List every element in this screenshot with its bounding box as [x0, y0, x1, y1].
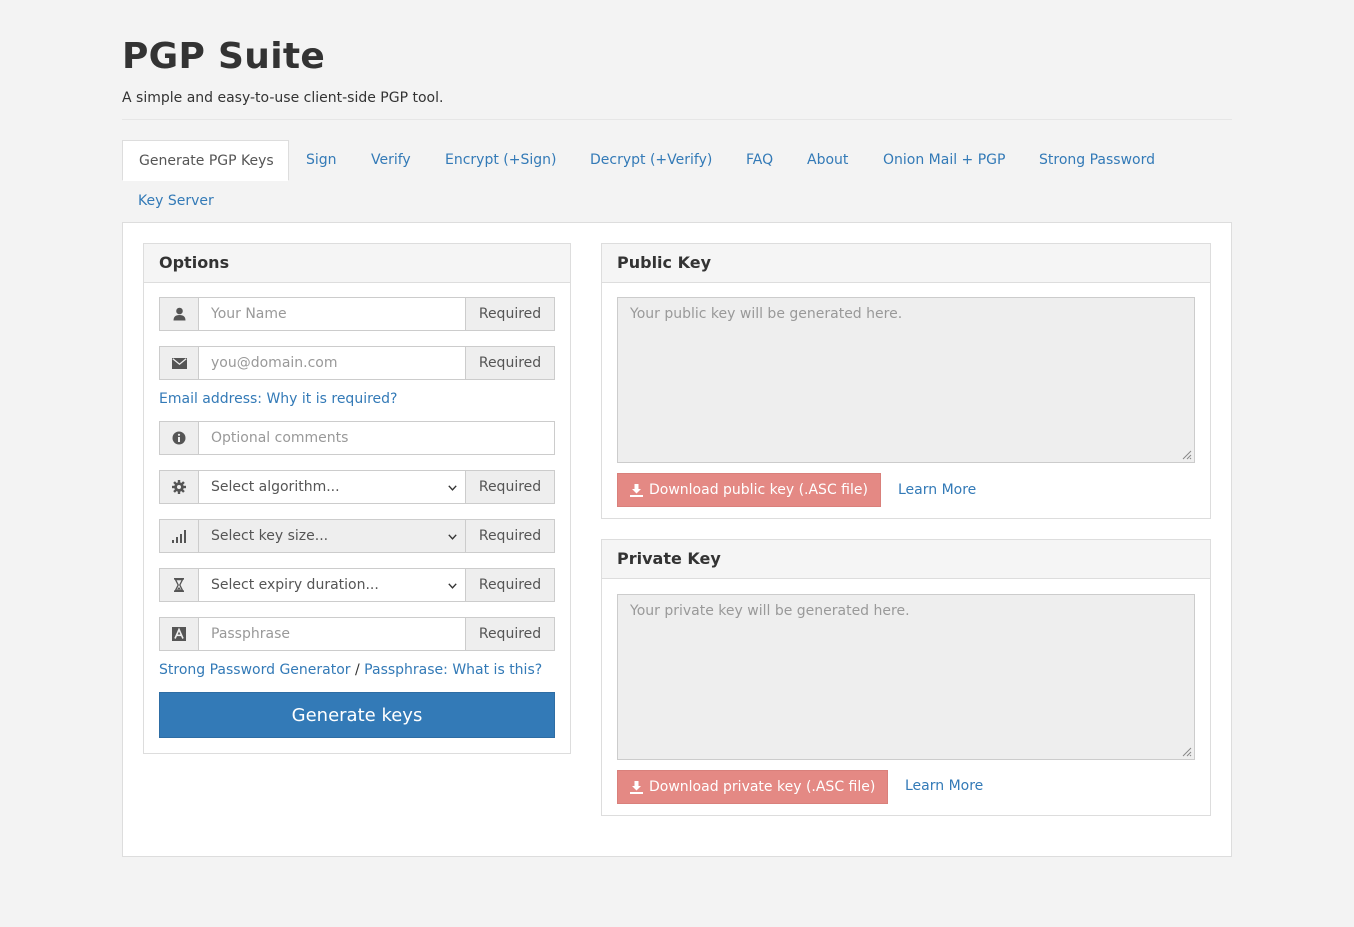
gear-icon	[159, 470, 198, 504]
email-help-link[interactable]: Email address: Why it is required?	[159, 391, 397, 407]
hourglass-icon	[159, 568, 198, 602]
email-input-group: Required	[159, 346, 555, 380]
public-key-placeholder: Your public key will be generated here.	[630, 306, 903, 322]
options-heading: Options	[144, 244, 570, 283]
algorithm-input-group: Select algorithm... Required	[159, 470, 555, 504]
resize-handle-icon[interactable]	[1182, 747, 1192, 757]
algorithm-required-label: Required	[466, 470, 555, 504]
keysize-required-label: Required	[466, 519, 555, 553]
tab-verify[interactable]: Verify	[355, 140, 427, 181]
tab-decrypt[interactable]: Decrypt (+Verify)	[574, 140, 728, 181]
download-public-key-label: Download public key (.ASC file)	[649, 482, 868, 498]
font-icon	[159, 617, 198, 651]
strong-password-generator-link[interactable]: Strong Password Generator	[159, 662, 351, 678]
download-icon	[630, 483, 643, 497]
public-key-textarea[interactable]: Your public key will be generated here.	[617, 297, 1195, 463]
name-required-label: Required	[466, 297, 555, 331]
email-field[interactable]	[198, 346, 466, 380]
page-subtitle: A simple and easy-to-use client-side PGP…	[122, 90, 444, 106]
generate-keys-button[interactable]: Generate keys	[159, 692, 555, 738]
tab-about[interactable]: About	[791, 140, 864, 181]
expiry-required-label: Required	[466, 568, 555, 602]
help-separator: /	[355, 662, 360, 678]
header-divider	[122, 119, 1232, 120]
name-field[interactable]	[198, 297, 466, 331]
chevron-down-icon	[448, 479, 457, 495]
expiry-input-group: Select expiry duration... Required	[159, 568, 555, 602]
private-key-learn-more-link[interactable]: Learn More	[905, 778, 983, 794]
page-title: PGP Suite	[122, 36, 326, 77]
keysize-select-value: Select key size...	[211, 528, 329, 544]
expiry-select[interactable]: Select expiry duration...	[198, 568, 466, 602]
download-public-key-button[interactable]: Download public key (.ASC file)	[617, 473, 881, 507]
keysize-select[interactable]: Select key size...	[198, 519, 466, 553]
options-panel: Options Required Required Email address:…	[143, 243, 571, 754]
private-key-placeholder: Your private key will be generated here.	[630, 603, 910, 619]
envelope-icon	[159, 346, 198, 380]
tab-strong-password[interactable]: Strong Password	[1023, 140, 1171, 181]
user-icon	[159, 297, 198, 331]
public-key-heading: Public Key	[602, 244, 1210, 283]
chevron-down-icon	[448, 528, 457, 544]
comments-input-group	[159, 421, 555, 455]
download-private-key-button[interactable]: Download private key (.ASC file)	[617, 770, 889, 804]
passphrase-help-line: Strong Password Generator / Passphrase: …	[159, 662, 542, 678]
download-private-key-label: Download private key (.ASC file)	[649, 779, 876, 795]
resize-handle-icon[interactable]	[1182, 450, 1192, 460]
info-icon	[159, 421, 198, 455]
chevron-down-icon	[448, 577, 457, 593]
tab-content: Options Required Required Email address:…	[122, 222, 1232, 857]
signal-icon	[159, 519, 198, 553]
passphrase-help-link[interactable]: Passphrase: What is this?	[364, 662, 542, 678]
comments-field[interactable]	[198, 421, 555, 455]
tab-key-server[interactable]: Key Server	[122, 181, 230, 222]
tab-sign[interactable]: Sign	[290, 140, 353, 181]
tab-encrypt[interactable]: Encrypt (+Sign)	[429, 140, 572, 181]
tab-onion-mail[interactable]: Onion Mail + PGP	[867, 140, 1021, 181]
private-key-textarea[interactable]: Your private key will be generated here.	[617, 594, 1195, 760]
algorithm-select[interactable]: Select algorithm...	[198, 470, 466, 504]
private-key-panel: Private Key Your private key will be gen…	[601, 539, 1211, 816]
public-key-panel: Public Key Your public key will be gener…	[601, 243, 1211, 519]
expiry-select-value: Select expiry duration...	[211, 577, 379, 593]
passphrase-required-label: Required	[466, 617, 555, 651]
passphrase-field[interactable]	[198, 617, 466, 651]
download-icon	[630, 780, 643, 794]
name-input-group: Required	[159, 297, 555, 331]
email-required-label: Required	[466, 346, 555, 380]
private-key-heading: Private Key	[602, 540, 1210, 579]
passphrase-input-group: Required	[159, 617, 555, 651]
keysize-input-group: Select key size... Required	[159, 519, 555, 553]
tab-faq[interactable]: FAQ	[730, 140, 789, 181]
tab-generate-pgp-keys[interactable]: Generate PGP Keys	[122, 140, 289, 181]
algorithm-select-value: Select algorithm...	[211, 479, 340, 495]
public-key-learn-more-link[interactable]: Learn More	[898, 482, 976, 498]
